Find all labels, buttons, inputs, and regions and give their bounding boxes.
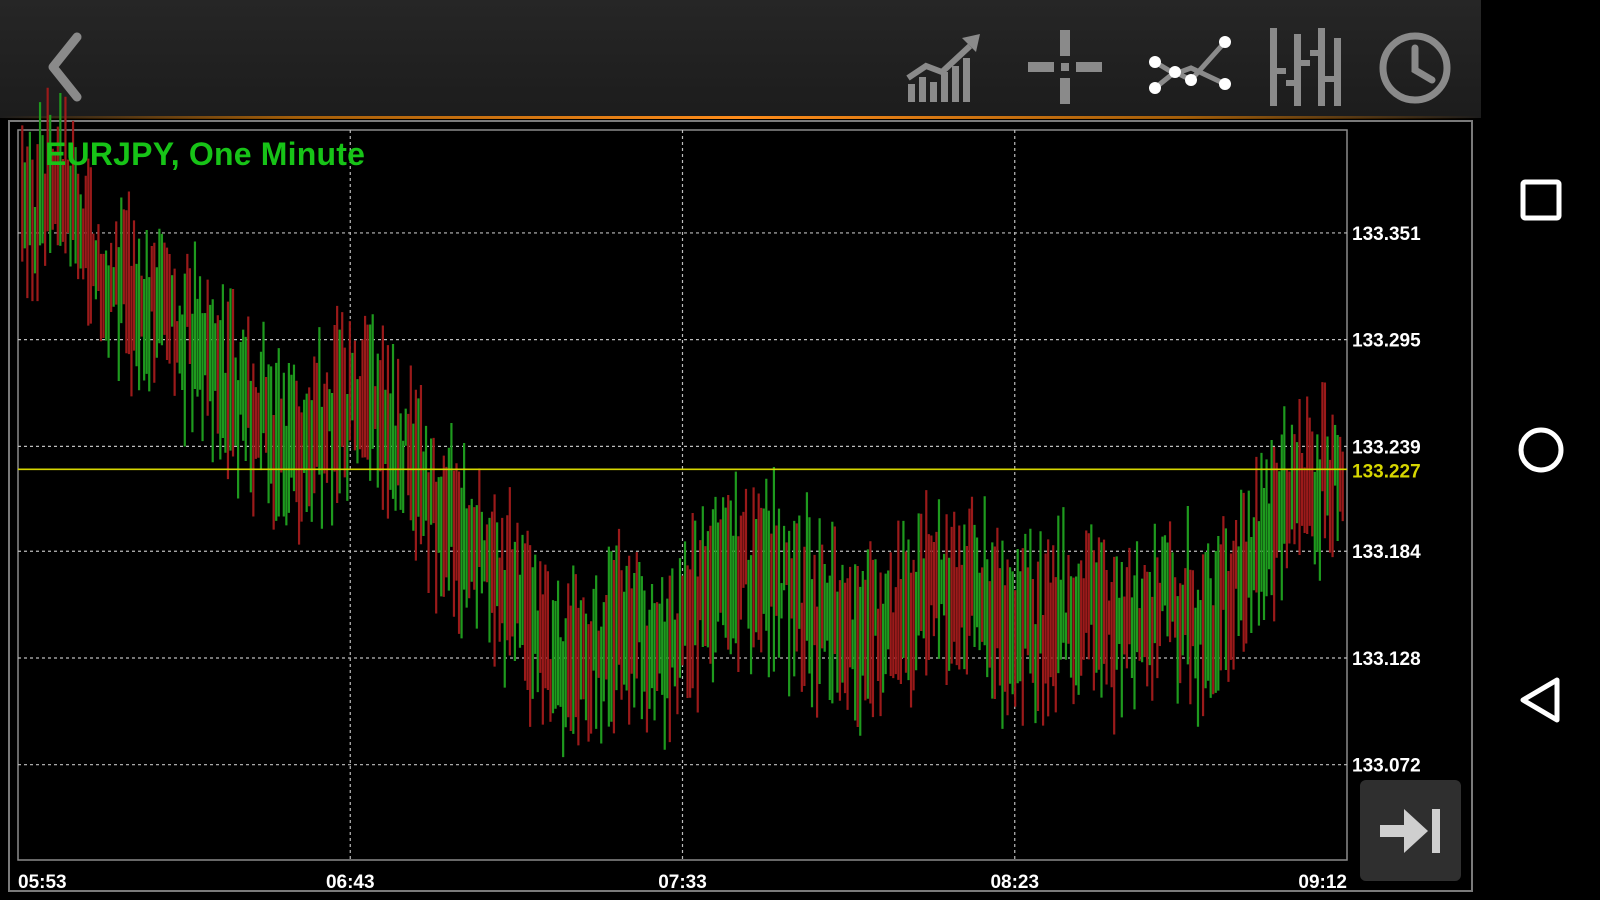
current-price-label: 133.227 xyxy=(1352,461,1421,482)
x-tick-label: 08:23 xyxy=(990,872,1039,893)
chart-title: EURJPY, One Minute xyxy=(45,136,366,172)
system-back-button[interactable] xyxy=(1481,640,1600,760)
app-area: 133.351 133.295 133.239 133.184 133.128 133.0… xyxy=(0,0,1481,900)
x-tick-label: 07:33 xyxy=(658,872,707,893)
home-circle-icon xyxy=(1518,427,1563,473)
home-button[interactable] xyxy=(1481,390,1600,510)
scroll-end-arrow-icon xyxy=(1379,808,1440,853)
x-tick-label: 05:53 xyxy=(18,872,67,893)
y-tick-label: 133.351 xyxy=(1352,224,1421,245)
back-triangle-icon xyxy=(1520,677,1559,723)
scroll-to-end-button[interactable] xyxy=(1360,780,1461,881)
x-tick-label: 06:43 xyxy=(326,872,375,893)
y-tick-label: 133.295 xyxy=(1352,331,1421,352)
price-chart[interactable]: 133.351 133.295 133.239 133.184 133.128 133.0… xyxy=(0,0,1481,900)
x-tick-label: 09:12 xyxy=(1298,872,1347,893)
y-tick-label: 133.184 xyxy=(1352,542,1421,563)
y-tick-label: 133.072 xyxy=(1352,756,1421,777)
y-tick-label: 133.239 xyxy=(1352,437,1421,458)
recents-square-icon xyxy=(1520,179,1561,221)
system-nav-bar xyxy=(1481,0,1600,900)
recents-button[interactable] xyxy=(1481,140,1600,260)
y-tick-label: 133.128 xyxy=(1352,649,1421,670)
